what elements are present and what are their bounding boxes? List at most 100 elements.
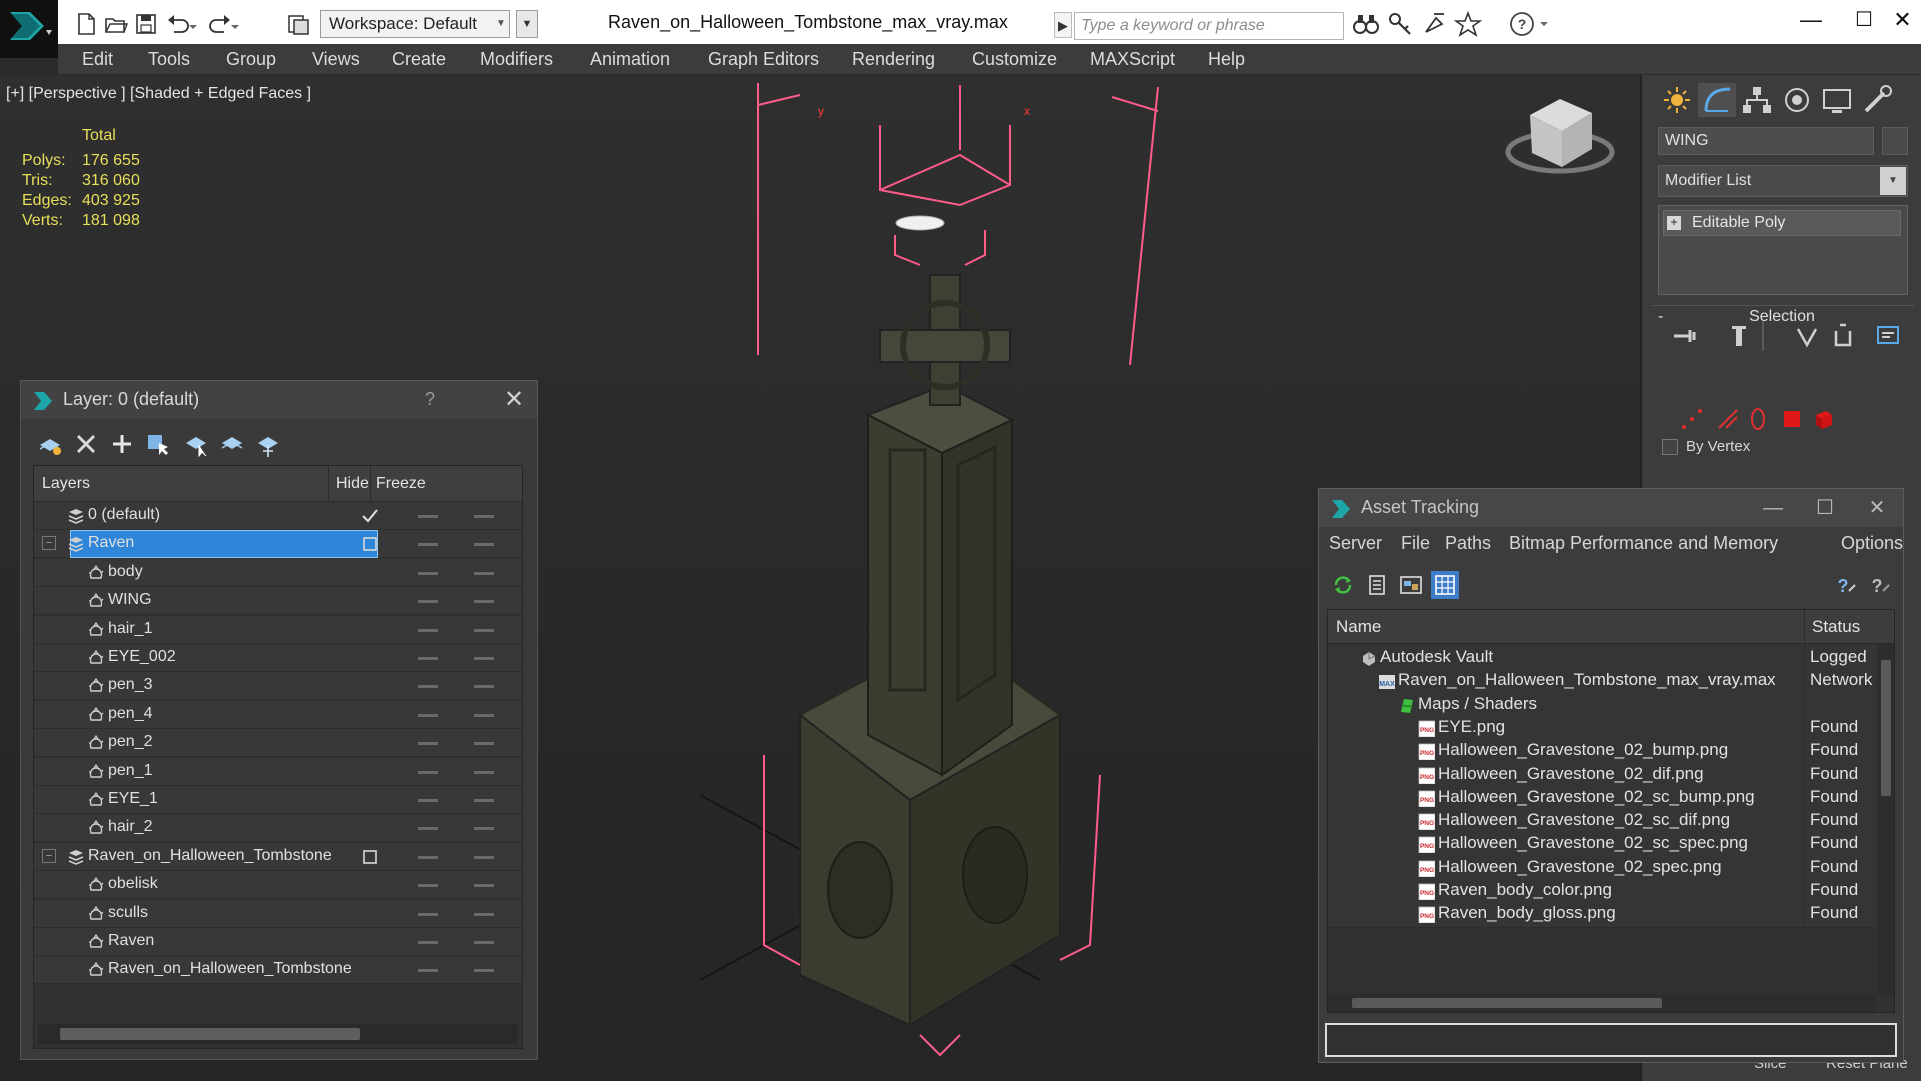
layer-object-row[interactable]: pen_4 <box>34 701 522 729</box>
layer-object-row[interactable]: sculls <box>34 900 522 928</box>
layer-object-row[interactable]: EYE_002 <box>34 644 522 672</box>
list-view-icon[interactable] <box>1363 571 1391 599</box>
hide-toggle[interactable] <box>418 969 438 972</box>
column-header-layers[interactable]: Layers <box>42 475 90 493</box>
asset-context-help-icon[interactable]: ? <box>1865 571 1893 599</box>
hierarchy-tab-icon[interactable] <box>1738 83 1776 117</box>
save-file-icon[interactable] <box>132 10 160 38</box>
help-icon[interactable]: ? <box>1508 10 1552 38</box>
close-icon[interactable]: ✕ <box>497 383 531 417</box>
menu-modifiers[interactable]: Modifiers <box>480 44 553 75</box>
column-header-status[interactable]: Status <box>1812 617 1860 637</box>
viewport-label[interactable]: [+] [Perspective ] [Shaded + Edged Faces… <box>6 85 311 103</box>
layer-object-row[interactable]: pen_2 <box>34 729 522 757</box>
asset-dialog-titlebar[interactable]: Asset Tracking — ☐ ✕ <box>1319 489 1903 527</box>
column-header-freeze[interactable]: Freeze <box>376 475 426 493</box>
asset-menu-bitmap-performance[interactable]: Bitmap Performance and Memory <box>1509 533 1778 554</box>
object-color-swatch[interactable] <box>1882 127 1908 155</box>
open-file-icon[interactable] <box>102 10 130 38</box>
asset-menu-paths[interactable]: Paths <box>1445 533 1491 554</box>
workspace-dropdown[interactable]: Workspace: Default <box>320 10 510 38</box>
display-tab-icon[interactable] <box>1818 83 1856 117</box>
freeze-toggle[interactable] <box>474 827 494 830</box>
set-current-layer-icon[interactable] <box>362 849 378 865</box>
freeze-toggle[interactable] <box>474 714 494 717</box>
layer-object-row[interactable]: obelisk <box>34 871 522 899</box>
selection-rollout[interactable]: - Selection <box>1652 305 1914 335</box>
freeze-unfreeze-all-icon[interactable] <box>255 431 281 457</box>
hide-toggle[interactable] <box>418 629 438 632</box>
undo-dropdown-icon[interactable] <box>186 10 200 38</box>
hide-toggle[interactable] <box>418 799 438 802</box>
close-icon[interactable]: ✕ <box>1851 489 1903 527</box>
help-button[interactable]: ? <box>425 389 435 410</box>
collapse-toggle-icon[interactable]: − <box>42 849 56 863</box>
minimize-icon[interactable]: — <box>1776 0 1846 40</box>
edge-mode-icon[interactable] <box>1716 407 1740 431</box>
set-current-layer-icon[interactable] <box>362 536 378 552</box>
modifier-stack-item[interactable]: Editable Poly <box>1663 210 1901 236</box>
table-view-icon[interactable] <box>1431 571 1459 599</box>
select-objects-icon[interactable] <box>145 431 171 457</box>
maximize-icon[interactable]: ☐ <box>1846 0 1882 40</box>
maximize-icon[interactable]: ☐ <box>1799 489 1851 527</box>
layer-row[interactable]: 0 (default) <box>34 502 522 530</box>
border-mode-icon[interactable] <box>1746 407 1770 431</box>
asset-menu-file[interactable]: File <box>1401 533 1430 554</box>
freeze-toggle[interactable] <box>474 856 494 859</box>
layer-dialog-titlebar[interactable]: Layer: 0 (default) ? ✕ <box>21 381 537 419</box>
menu-rendering[interactable]: Rendering <box>852 44 935 75</box>
horizontal-scrollbar[interactable] <box>1328 994 1876 1012</box>
hide-toggle[interactable] <box>418 657 438 660</box>
element-mode-icon[interactable] <box>1812 407 1836 431</box>
sign-in-icon[interactable] <box>1420 10 1448 38</box>
freeze-toggle[interactable] <box>474 884 494 887</box>
menu-create[interactable]: Create <box>392 44 446 75</box>
thumbnail-view-icon[interactable] <box>1397 571 1425 599</box>
hide-toggle[interactable] <box>418 714 438 717</box>
object-name-field[interactable]: WING <box>1658 127 1874 155</box>
new-layer-icon[interactable] <box>37 431 63 457</box>
rollout-collapse-icon[interactable]: - <box>1658 308 1663 326</box>
horizontal-scrollbar[interactable] <box>38 1024 518 1044</box>
hide-toggle[interactable] <box>418 856 438 859</box>
hide-toggle[interactable] <box>418 941 438 944</box>
scrollbar-thumb[interactable] <box>1352 998 1662 1008</box>
scrollbar-thumb[interactable] <box>60 1028 360 1040</box>
highlight-layer-icon[interactable] <box>183 431 209 458</box>
asset-menu-server[interactable]: Server <box>1329 533 1382 554</box>
favorites-star-icon[interactable] <box>1453 10 1483 38</box>
asset-menu-options[interactable]: Options <box>1841 533 1903 554</box>
menu-views[interactable]: Views <box>312 44 360 75</box>
menu-maxscript[interactable]: MAXScript <box>1090 44 1175 75</box>
freeze-toggle[interactable] <box>474 543 494 546</box>
current-layer-check-icon[interactable] <box>362 508 378 524</box>
freeze-toggle[interactable] <box>474 913 494 916</box>
hide-toggle[interactable] <box>418 515 438 518</box>
freeze-toggle[interactable] <box>474 941 494 944</box>
hide-toggle[interactable] <box>418 827 438 830</box>
asset-row[interactable]: PNG Raven_body_gloss.png Found <box>1328 900 1876 928</box>
polygon-mode-icon[interactable] <box>1780 407 1804 431</box>
layer-object-row[interactable]: pen_1 <box>34 758 522 786</box>
refresh-icon[interactable] <box>1329 571 1357 599</box>
hide-toggle[interactable] <box>418 913 438 916</box>
search-expand-icon[interactable]: ▶ <box>1054 12 1072 38</box>
by-vertex-checkbox[interactable] <box>1662 439 1678 455</box>
freeze-toggle[interactable] <box>474 685 494 688</box>
layer-object-row[interactable]: pen_3 <box>34 672 522 700</box>
freeze-toggle[interactable] <box>474 572 494 575</box>
menu-edit[interactable]: Edit <box>82 44 113 75</box>
chevron-down-icon[interactable]: ▼ <box>492 10 510 38</box>
freeze-toggle[interactable] <box>474 657 494 660</box>
menu-customize[interactable]: Customize <box>972 44 1057 75</box>
scrollbar-thumb[interactable] <box>1881 660 1891 796</box>
binoculars-icon[interactable] <box>1352 10 1380 38</box>
layer-object-row[interactable]: WING <box>34 587 522 615</box>
freeze-toggle[interactable] <box>474 799 494 802</box>
vertical-scrollbar[interactable] <box>1878 644 1894 994</box>
modifier-list-dropdown[interactable]: Modifier List <box>1658 165 1908 197</box>
key-tools-icon[interactable] <box>1386 10 1414 38</box>
freeze-toggle[interactable] <box>474 742 494 745</box>
hide-toggle[interactable] <box>418 771 438 774</box>
